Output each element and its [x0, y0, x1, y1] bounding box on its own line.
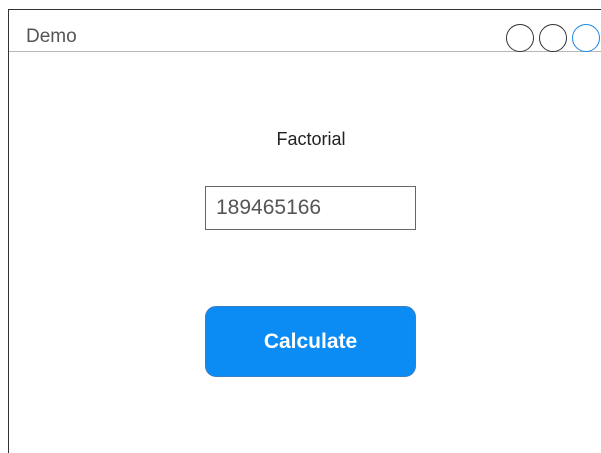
- factorial-label: Factorial: [276, 129, 346, 149]
- title-bar: Demo: [9, 10, 601, 52]
- calculate-button[interactable]: Calculate: [205, 306, 416, 377]
- app-window: Demo Factorial Calculate: [8, 9, 601, 453]
- window-title: Demo: [26, 26, 77, 47]
- circle-icon[interactable]: [572, 24, 600, 52]
- circle-icon[interactable]: [506, 24, 534, 52]
- number-input[interactable]: [205, 186, 416, 230]
- circle-icon[interactable]: [539, 24, 567, 52]
